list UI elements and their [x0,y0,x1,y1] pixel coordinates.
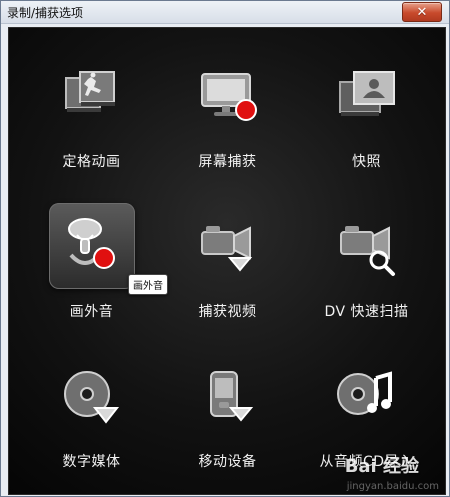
baidu-watermark-brand: Bai 经验 [344,456,419,477]
screen-capture-label: 屏幕捕获 [198,154,257,170]
dv-quick-scan-option[interactable]: DV 快速扫描 [294,178,439,328]
mobile-device-option[interactable]: 移动设备 [155,328,300,478]
stop-motion-icon [49,53,135,139]
close-icon: ✕ [416,4,428,20]
window-title: 录制/捕获选项 [7,6,84,20]
capture-video-option[interactable]: 捕获视频 [155,178,300,328]
baidu-watermark-url: jingyan.baidu.com [346,481,439,492]
stop-motion-option[interactable]: 定格动画 [19,28,164,178]
digital-media-option[interactable]: 数字媒体 [19,328,164,478]
mobile-device-icon [185,353,271,439]
voiceover-microphone-icon [48,203,135,289]
options-panel: 定格动画 屏幕捕获 快照 画外音 捕获视频 DV 快速扫描 数字媒体 移动设备 … [8,27,446,495]
digital-media-icon [49,353,135,439]
digital-media-label: 数字媒体 [62,454,121,470]
snapshot-option[interactable]: 快照 [294,28,439,178]
import-audio-cd-icon [324,353,410,439]
capture-options-window: 录制/捕获选项 ✕ 定格动画 屏幕捕获 快照 画外音 捕获视频 DV 快速扫描 … [0,0,450,497]
voiceover-option[interactable]: 画外音 [19,178,164,328]
screen-capture-option[interactable]: 屏幕捕获 [155,28,300,178]
dv-quick-scan-icon [324,203,410,289]
capture-video-icon [185,203,271,289]
voiceover-label: 画外音 [69,304,114,320]
stop-motion-label: 定格动画 [62,154,121,170]
title-bar: 录制/捕获选项 ✕ [1,1,449,24]
mobile-device-label: 移动设备 [198,454,257,470]
snapshot-label: 快照 [352,154,381,170]
dv-quick-scan-label: DV 快速扫描 [324,304,409,320]
snapshot-icon [324,53,410,139]
voiceover-tooltip: 画外音 [128,274,168,295]
options-grid: 定格动画 屏幕捕获 快照 画外音 捕获视频 DV 快速扫描 数字媒体 移动设备 … [9,28,445,494]
capture-video-label: 捕获视频 [198,304,257,320]
screen-capture-icon [185,53,271,139]
close-button[interactable]: ✕ [402,2,442,22]
